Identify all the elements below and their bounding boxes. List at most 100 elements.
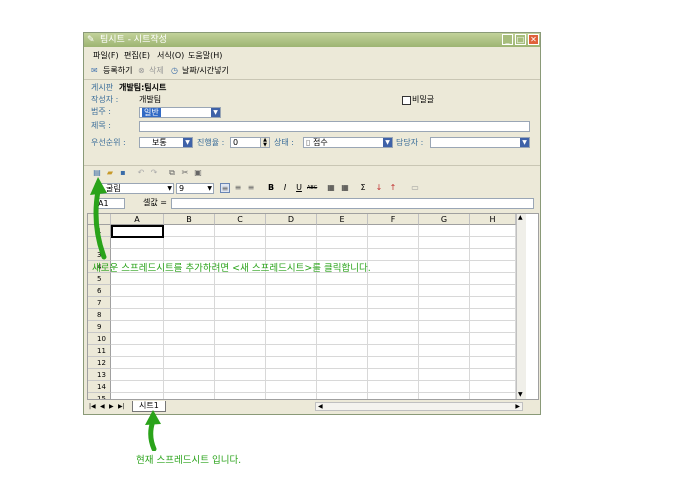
scroll-left-icon[interactable]: ◀ — [318, 402, 323, 411]
column-header[interactable]: D — [266, 214, 317, 225]
last-sheet-button[interactable]: ▶| — [118, 401, 125, 412]
row-header[interactable]: 6 — [88, 285, 111, 297]
priority-select[interactable]: 보통 ▼ — [139, 137, 193, 148]
assignee-label: 담당자 : — [396, 138, 424, 147]
row-header[interactable]: 9 — [88, 321, 111, 333]
row-header[interactable]: 12 — [88, 357, 111, 369]
menu-file[interactable]: 파일(F) — [93, 50, 119, 62]
gridline — [111, 248, 516, 249]
scroll-right-icon[interactable]: ▶ — [515, 402, 520, 411]
borders-icon[interactable]: ▦ — [340, 183, 350, 193]
sort-ascending-icon[interactable]: ↓ — [374, 183, 384, 193]
register-button[interactable]: 등록하기 — [103, 64, 132, 78]
row-header[interactable]: 11 — [88, 345, 111, 357]
cell-value-label: 셀값 = — [143, 198, 167, 207]
next-sheet-button[interactable]: ▶ — [109, 401, 114, 412]
gridline — [111, 332, 516, 333]
column-header[interactable]: E — [317, 214, 368, 225]
scroll-down-icon[interactable]: ▼ — [518, 391, 523, 399]
column-header[interactable]: G — [419, 214, 470, 225]
delete-button[interactable]: 삭제 — [149, 64, 164, 78]
gridline — [111, 368, 516, 369]
row-header[interactable]: 7 — [88, 297, 111, 309]
annotation-current-sheet: 현재 스프레드시트 입니다. — [136, 455, 242, 466]
window-title: 팀시트 - 시트작성 — [100, 35, 167, 45]
font-size-select[interactable]: 9 ▼ — [176, 183, 214, 194]
row-header[interactable]: 13 — [88, 369, 111, 381]
align-left-icon[interactable]: ≡ — [220, 183, 230, 193]
subject-input[interactable] — [139, 121, 530, 132]
assignee-select[interactable]: ▼ — [430, 137, 530, 148]
bold-button[interactable]: B — [266, 183, 276, 193]
datetime-button[interactable]: 날짜/시간넣기 — [182, 64, 229, 78]
menu-help[interactable]: 도움말(H) — [188, 50, 222, 62]
column-header[interactable]: F — [368, 214, 419, 225]
status-label: 상태 : — [274, 138, 294, 147]
gridline — [265, 225, 266, 399]
progress-stepper[interactable]: 0 ▲ ▼ — [230, 137, 270, 148]
gridline — [367, 225, 368, 399]
sort-descending-icon[interactable]: ↑ — [388, 183, 398, 193]
gridline — [111, 380, 516, 381]
gridline — [469, 225, 470, 399]
vertical-scrollbar[interactable]: ▲ ▼ — [516, 214, 526, 399]
subject-label: 제목 : — [91, 121, 111, 130]
spreadsheet-grid[interactable]: ABCDEFGH 1 2 3 4 5 6 7 8 9 10 11 12 13 14 15 ▲ ▼ — [87, 213, 539, 400]
gridline — [111, 236, 516, 237]
align-center-icon[interactable]: ≡ — [233, 183, 243, 193]
italic-button[interactable]: I — [280, 183, 290, 193]
insert-table-icon[interactable]: ▭ — [410, 183, 420, 193]
row-header[interactable]: 8 — [88, 309, 111, 321]
delete-icon: ⊗ — [138, 66, 145, 75]
gridline — [111, 356, 516, 357]
first-sheet-button[interactable]: |◀ — [89, 401, 96, 412]
arrow-up-annotation — [90, 177, 107, 260]
app-window: ✎ 팀시트 - 시트작성 _ □ ✕ 파일(F) 편집(E) 서식(O) 도움말… — [83, 32, 541, 415]
menu-edit[interactable]: 편집(E) — [124, 50, 150, 62]
priority-label: 우선순위 : — [91, 138, 126, 147]
column-header[interactable]: H — [470, 214, 516, 225]
sum-button[interactable]: Σ — [358, 183, 368, 193]
spin-icon[interactable]: ▲ ▼ — [260, 138, 269, 147]
row-header[interactable]: 14 — [88, 381, 111, 393]
annotation-new-spreadsheet: 새로운 스프레드시트를 추가하려면 <새 스프레드시트>를 클릭합니다. — [92, 263, 371, 274]
progress-value: 0 — [233, 138, 239, 147]
gridline — [111, 260, 516, 261]
gridline — [111, 308, 516, 309]
cut-icon[interactable]: ✂ — [180, 168, 190, 178]
divider — [84, 79, 540, 80]
secret-checkbox[interactable] — [402, 96, 411, 105]
author-label: 작성자 : — [91, 95, 119, 104]
align-right-icon[interactable]: ≡ — [246, 183, 256, 193]
column-header[interactable]: C — [215, 214, 266, 225]
gridline — [163, 225, 164, 399]
scroll-up-icon[interactable]: ▲ — [518, 214, 523, 222]
category-label: 범주 : — [91, 107, 111, 116]
selected-cell[interactable] — [111, 225, 164, 238]
prev-sheet-button[interactable]: ◀ — [100, 401, 105, 412]
underline-button[interactable]: U — [294, 183, 304, 193]
gridline — [111, 344, 516, 345]
paste-icon[interactable]: ▣ — [193, 168, 203, 178]
row-header[interactable]: 15 — [88, 393, 111, 399]
close-button[interactable]: ✕ — [528, 34, 539, 45]
status-select[interactable]: ▯ 접수 ▼ — [303, 137, 393, 148]
horizontal-scrollbar[interactable]: ◀ ▶ — [315, 402, 523, 411]
minimize-button[interactable]: _ — [502, 34, 513, 45]
merge-cells-icon[interactable]: ▦ — [326, 183, 336, 193]
category-select[interactable]: 일반 ▼ — [139, 107, 221, 118]
divider — [84, 165, 540, 166]
column-header[interactable]: B — [164, 214, 215, 225]
redo-icon[interactable]: ↷ — [149, 168, 159, 178]
save-icon[interactable]: ▪ — [118, 168, 128, 178]
strikethrough-button[interactable]: ABC — [307, 183, 317, 193]
priority-value: 보통 — [152, 138, 167, 147]
menu-format[interactable]: 서식(O) — [157, 50, 184, 62]
maximize-button[interactable]: □ — [515, 34, 526, 45]
arrow-up-annotation-bottom — [145, 410, 161, 451]
row-header[interactable]: 10 — [88, 333, 111, 345]
copy-icon[interactable]: ⧉ — [167, 168, 177, 178]
column-header[interactable]: A — [111, 214, 164, 225]
cell-value-input[interactable] — [171, 198, 534, 209]
undo-icon[interactable]: ↶ — [136, 168, 146, 178]
